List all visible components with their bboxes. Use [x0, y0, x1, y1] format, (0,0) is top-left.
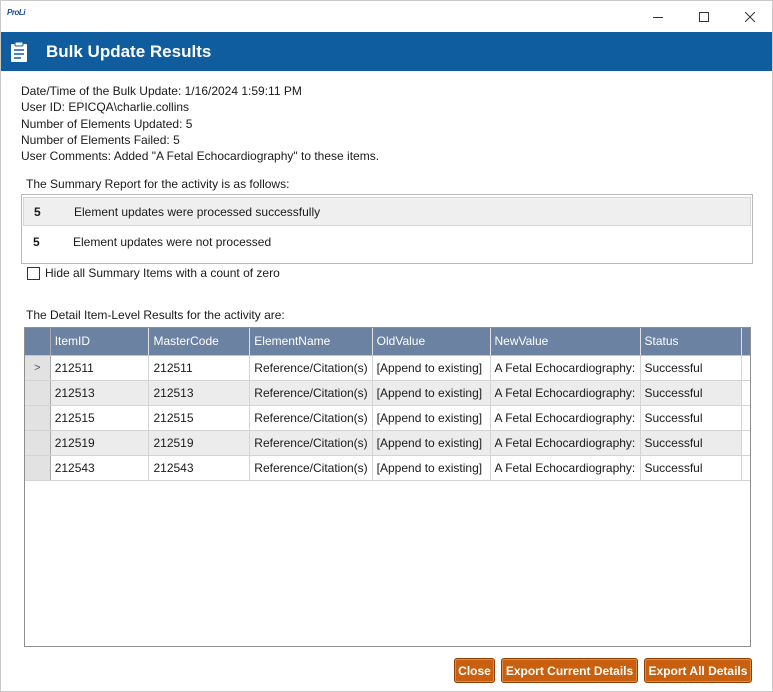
- update-datetime: Date/Time of the Bulk Update: 1/16/2024 …: [21, 84, 302, 98]
- table-row[interactable]: 212543 212543 Reference/Citation(s) [App…: [25, 455, 750, 481]
- cell-newvalue[interactable]: A Fetal Echocardiography:: [490, 430, 641, 456]
- dialog-header: Bulk Update Results: [1, 32, 772, 71]
- user-comments: User Comments: Added "A Fetal Echocardio…: [21, 149, 380, 164]
- cell-status[interactable]: Successful: [640, 380, 742, 406]
- detail-results-table: ItemID MasterCode ElementName OldValue N…: [25, 328, 750, 481]
- maximize-button[interactable]: [681, 1, 727, 32]
- column-header-mastercode[interactable]: MasterCode: [148, 328, 251, 356]
- row-header[interactable]: [25, 430, 51, 456]
- cell-filler: [741, 455, 750, 481]
- summary-item[interactable]: 5 Element updates were not processed: [23, 227, 751, 256]
- elements-failed: Number of Elements Failed: 5: [21, 132, 180, 147]
- row-header-corner: [25, 328, 51, 356]
- summary-text: Element updates were not processed: [73, 234, 272, 249]
- cell-oldvalue[interactable]: [Append to existing]: [372, 430, 491, 456]
- export-all-details-button[interactable]: Export All Details: [644, 658, 752, 683]
- summary-list: 5 Element updates were processed success…: [21, 194, 753, 264]
- cell-filler: [741, 405, 750, 431]
- hide-zero-label: Hide all Summary Items with a count of z…: [45, 266, 280, 280]
- column-header-elementname[interactable]: ElementName: [249, 328, 373, 356]
- cell-filler: [741, 380, 750, 406]
- user-id: User ID: EPICQA\charlie.collins: [21, 100, 190, 115]
- window-close-button[interactable]: [727, 1, 773, 32]
- row-header[interactable]: [25, 455, 51, 481]
- cell-itemid[interactable]: 212513: [50, 380, 150, 406]
- cell-itemid[interactable]: 212519: [50, 430, 150, 456]
- cell-mastercode[interactable]: 212511: [148, 355, 251, 381]
- elements-updated: Number of Elements Updated: 5: [21, 116, 193, 131]
- cell-itemid[interactable]: 212543: [50, 455, 150, 481]
- export-current-details-button[interactable]: Export Current Details: [501, 658, 638, 683]
- cell-oldvalue[interactable]: [Append to existing]: [372, 355, 491, 381]
- cell-itemid[interactable]: 212511: [50, 355, 150, 381]
- current-row-indicator[interactable]: >: [25, 355, 51, 381]
- cell-elementname[interactable]: Reference/Citation(s): [249, 405, 373, 431]
- cell-oldvalue[interactable]: [Append to existing]: [372, 405, 491, 431]
- summary-count: 5: [33, 234, 40, 249]
- table-row[interactable]: 212519 212519 Reference/Citation(s) [App…: [25, 430, 750, 456]
- column-header-filler: [741, 328, 750, 356]
- clipboard-icon: [11, 41, 27, 62]
- close-button[interactable]: Close: [454, 658, 495, 683]
- cell-newvalue[interactable]: A Fetal Echocardiography:: [490, 455, 641, 481]
- cell-elementname[interactable]: Reference/Citation(s): [249, 430, 373, 456]
- summary-text: Element updates were processed successfu…: [74, 204, 321, 219]
- cell-filler: [741, 430, 750, 456]
- hide-zero-checkbox[interactable]: [27, 266, 40, 280]
- cell-elementname[interactable]: Reference/Citation(s): [249, 355, 373, 381]
- cell-oldvalue[interactable]: [Append to existing]: [372, 380, 491, 406]
- cell-status[interactable]: Successful: [640, 405, 742, 431]
- cell-oldvalue[interactable]: [Append to existing]: [372, 455, 491, 481]
- close-icon: [745, 11, 755, 22]
- row-header[interactable]: [25, 380, 51, 406]
- cell-status[interactable]: Successful: [640, 355, 742, 381]
- table-row[interactable]: 212515 212515 Reference/Citation(s) [App…: [25, 405, 750, 431]
- minimize-icon: [653, 16, 663, 18]
- column-header-newvalue[interactable]: NewValue: [490, 328, 641, 356]
- minimize-button[interactable]: [635, 1, 681, 32]
- column-header-itemid[interactable]: ItemID: [50, 328, 150, 356]
- cell-itemid[interactable]: 212515: [50, 405, 150, 431]
- cell-filler: [741, 355, 750, 381]
- bulk-update-results-window: ProLi Bulk Update Results Date/Time of t…: [0, 0, 773, 692]
- title-bar[interactable]: ProLi: [1, 1, 772, 32]
- cell-status[interactable]: Successful: [640, 455, 742, 481]
- cell-elementname[interactable]: Reference/Citation(s): [249, 455, 373, 481]
- detail-results-grid[interactable]: ItemID MasterCode ElementName OldValue N…: [24, 327, 751, 647]
- cell-mastercode[interactable]: 212519: [148, 430, 251, 456]
- hide-zero-option[interactable]: Hide all Summary Items with a count of z…: [27, 266, 280, 280]
- grid-header-row: ItemID MasterCode ElementName OldValue N…: [25, 328, 750, 356]
- cell-mastercode[interactable]: 212513: [148, 380, 251, 406]
- table-row[interactable]: > 212511 212511 Reference/Citation(s) [A…: [25, 355, 750, 381]
- summary-count: 5: [34, 204, 41, 219]
- summary-label: The Summary Report for the activity is a…: [26, 177, 290, 191]
- cell-status[interactable]: Successful: [640, 430, 742, 456]
- table-row[interactable]: 212513 212513 Reference/Citation(s) [App…: [25, 380, 750, 406]
- cell-mastercode[interactable]: 212515: [148, 405, 251, 431]
- row-header[interactable]: [25, 405, 51, 431]
- update-info: Date/Time of the Bulk Update: 1/16/2024 …: [21, 83, 379, 164]
- detail-label: The Detail Item-Level Results for the ac…: [26, 308, 285, 322]
- cell-newvalue[interactable]: A Fetal Echocardiography:: [490, 355, 641, 381]
- column-header-oldvalue[interactable]: OldValue: [372, 328, 491, 356]
- column-header-status[interactable]: Status: [640, 328, 742, 356]
- cell-newvalue[interactable]: A Fetal Echocardiography:: [490, 380, 641, 406]
- summary-item[interactable]: 5 Element updates were processed success…: [23, 197, 751, 226]
- cell-mastercode[interactable]: 212543: [148, 455, 251, 481]
- maximize-icon: [699, 11, 709, 22]
- dialog-title: Bulk Update Results: [46, 42, 212, 61]
- cell-newvalue[interactable]: A Fetal Echocardiography:: [490, 405, 641, 431]
- cell-elementname[interactable]: Reference/Citation(s): [249, 380, 373, 406]
- app-logo: ProLi: [7, 8, 25, 17]
